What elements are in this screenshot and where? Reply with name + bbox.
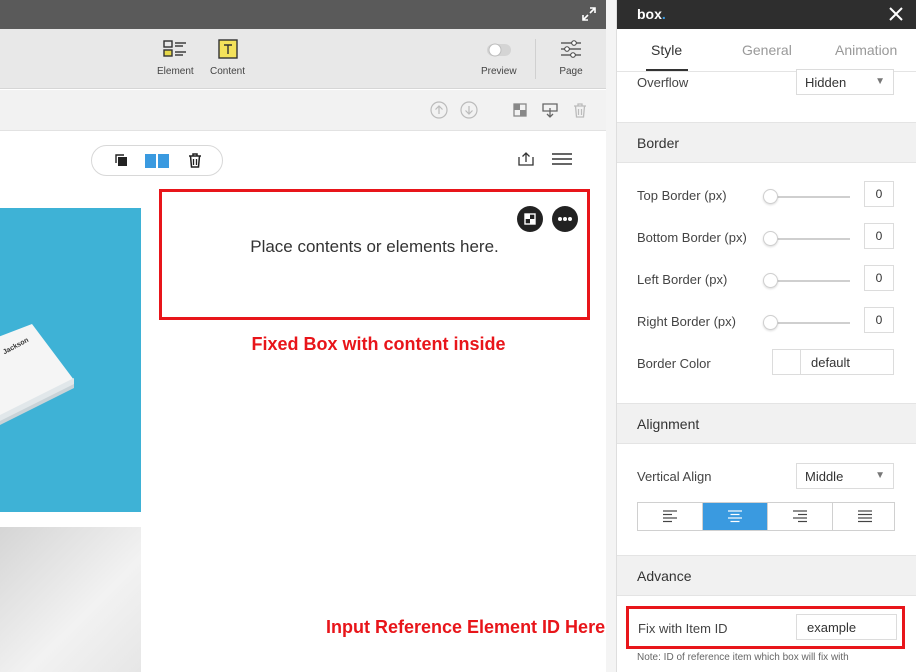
menu-icon[interactable]: [551, 153, 573, 165]
alignment-section-header[interactable]: Alignment: [617, 403, 916, 444]
bottom-border-slider-thumb[interactable]: [763, 231, 778, 246]
right-border-label: Right Border (px): [637, 314, 736, 329]
row-actions-bar: [0, 90, 606, 131]
element-tool-label: Element: [157, 66, 194, 77]
chevron-down-icon: ▼: [875, 76, 885, 87]
align-justify-button[interactable]: [833, 503, 897, 530]
fixed-box-annotation: Fixed Box with content inside: [251, 334, 506, 354]
content-tool-button[interactable]: Content: [210, 39, 245, 77]
bottom-border-label: Bottom Border (px): [637, 230, 747, 245]
vertical-align-select[interactable]: Middle ▼: [796, 463, 894, 489]
right-border-slider[interactable]: [767, 322, 850, 324]
columns-icon[interactable]: [145, 154, 169, 168]
move-down-icon[interactable]: [460, 101, 478, 119]
expand-icon[interactable]: [582, 7, 596, 21]
box-more-button[interactable]: [552, 206, 578, 232]
tab-style[interactable]: Style: [651, 42, 682, 58]
fixed-box-element[interactable]: Place contents or elements here.: [159, 189, 590, 320]
vertical-align-label: Vertical Align: [637, 469, 712, 484]
alignment-heading: Alignment: [637, 416, 700, 432]
panel-title: box.: [637, 6, 666, 22]
advance-section-header[interactable]: Advance: [617, 555, 916, 596]
toolbar-divider: [535, 39, 536, 79]
business-card-image: Jackson: [0, 208, 141, 512]
border-color-picker[interactable]: default: [772, 349, 894, 375]
panel-tabs: Style General Animation: [617, 29, 916, 72]
move-up-icon[interactable]: [430, 101, 448, 119]
trash-icon[interactable]: [571, 101, 589, 119]
fix-with-item-input[interactable]: [796, 614, 897, 640]
tab-general[interactable]: General: [742, 42, 792, 58]
align-justify-icon: [858, 510, 872, 523]
overflow-value: Hidden: [805, 75, 847, 90]
vertical-align-value: Middle: [805, 469, 844, 484]
box-layout-button[interactable]: [517, 206, 543, 232]
border-color-label: Border Color: [637, 356, 711, 371]
border-heading: Border: [637, 135, 680, 151]
toggle-icon: [486, 43, 511, 57]
bottom-border-slider[interactable]: [767, 238, 850, 240]
fix-id-note: Note: ID of reference item which box wil…: [637, 652, 849, 663]
panel-title-dot: .: [661, 6, 666, 22]
align-left-icon: [663, 510, 677, 523]
copy-icon[interactable]: [114, 153, 128, 167]
content-tool-label: Content: [210, 66, 246, 77]
left-border-label: Left Border (px): [637, 272, 728, 287]
more-icon: [558, 217, 572, 221]
align-center-button[interactable]: [703, 503, 768, 530]
bottom-border-input[interactable]: 0: [864, 223, 894, 249]
left-border-slider-thumb[interactable]: [763, 273, 778, 288]
panel-gutter: [606, 0, 616, 672]
page-settings-button[interactable]: Page: [559, 39, 583, 77]
element-icon: [163, 40, 187, 57]
left-border-slider[interactable]: [767, 280, 850, 282]
right-border-input[interactable]: 0: [864, 307, 894, 333]
align-right-icon: [793, 510, 807, 523]
top-border-slider-thumb[interactable]: [763, 189, 778, 204]
chevron-down-icon: ▼: [875, 470, 885, 481]
upload-icon[interactable]: [517, 151, 535, 167]
business-card-illustration: [0, 324, 74, 425]
align-right-button[interactable]: [768, 503, 833, 530]
active-tab-indicator: [646, 69, 688, 71]
save-block-icon[interactable]: [541, 101, 559, 119]
box-settings-panel: box. Style General Animation Overflow Hi…: [616, 0, 916, 672]
align-center-icon: [728, 510, 742, 523]
panel-header: box.: [617, 0, 916, 29]
editor-toolbar: Element Content Preview Page: [0, 29, 606, 89]
content-icon: [217, 39, 238, 59]
fix-with-item-label: Fix with Item ID: [638, 621, 728, 636]
top-border-input[interactable]: 0: [864, 181, 894, 207]
layout-icon: [524, 213, 536, 225]
close-icon[interactable]: [889, 7, 903, 21]
color-swatch[interactable]: [773, 350, 801, 374]
border-color-value: default: [811, 355, 851, 370]
overflow-label: Overflow: [637, 75, 689, 90]
element-float-toolbar: [91, 145, 223, 176]
sliders-icon: [561, 40, 581, 58]
preview-toggle[interactable]: Preview: [481, 39, 517, 77]
preview-label: Preview: [481, 66, 517, 77]
overflow-select[interactable]: Hidden ▼: [796, 69, 894, 95]
element-tool-button[interactable]: Element: [157, 39, 194, 77]
align-left-button[interactable]: [638, 503, 703, 530]
editor-canvas-area: Element Content Preview Page Jackson Pla…: [0, 0, 606, 672]
duplicate-icon[interactable]: [511, 101, 529, 119]
left-border-input[interactable]: 0: [864, 265, 894, 291]
border-section-header[interactable]: Border: [617, 122, 916, 163]
fix-with-item-row: Fix with Item ID: [626, 606, 905, 649]
advance-heading: Advance: [637, 568, 692, 584]
text-align-group: [637, 502, 895, 531]
grey-device-image: [0, 527, 141, 672]
editor-topbar: [0, 0, 606, 29]
top-border-slider[interactable]: [767, 196, 850, 198]
box-placeholder-text: Place contents or elements here.: [250, 237, 499, 256]
tab-animation[interactable]: Animation: [835, 42, 897, 58]
right-border-slider-thumb[interactable]: [763, 315, 778, 330]
delete-icon[interactable]: [188, 153, 202, 168]
reference-id-annotation: Input Reference Element ID Here: [326, 617, 606, 637]
top-border-label: Top Border (px): [637, 188, 727, 203]
page-label: Page: [559, 66, 583, 77]
